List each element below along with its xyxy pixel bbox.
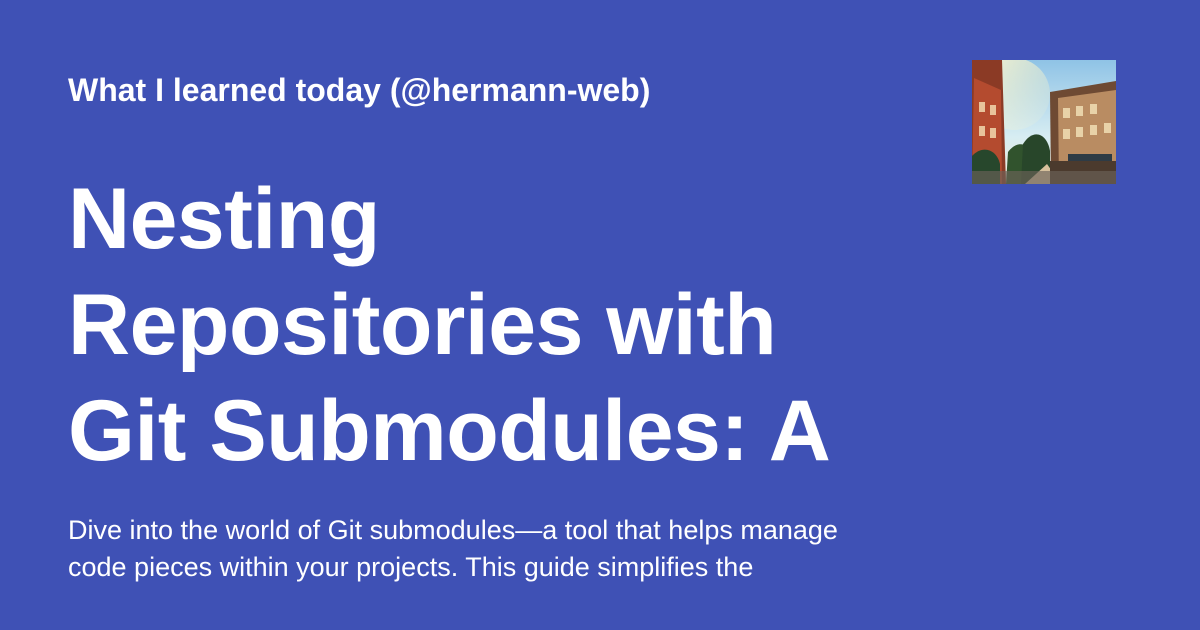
- article-description: Dive into the world of Git submodules—a …: [68, 515, 838, 582]
- article-title: Nesting Repositories with Git Submodules…: [68, 171, 831, 479]
- site-name: What I learned today (@hermann-web): [68, 72, 651, 108]
- social-preview-card: What I learned today (@hermann-web) Nest…: [0, 0, 1200, 630]
- street-photo-thumbnail: [972, 60, 1116, 184]
